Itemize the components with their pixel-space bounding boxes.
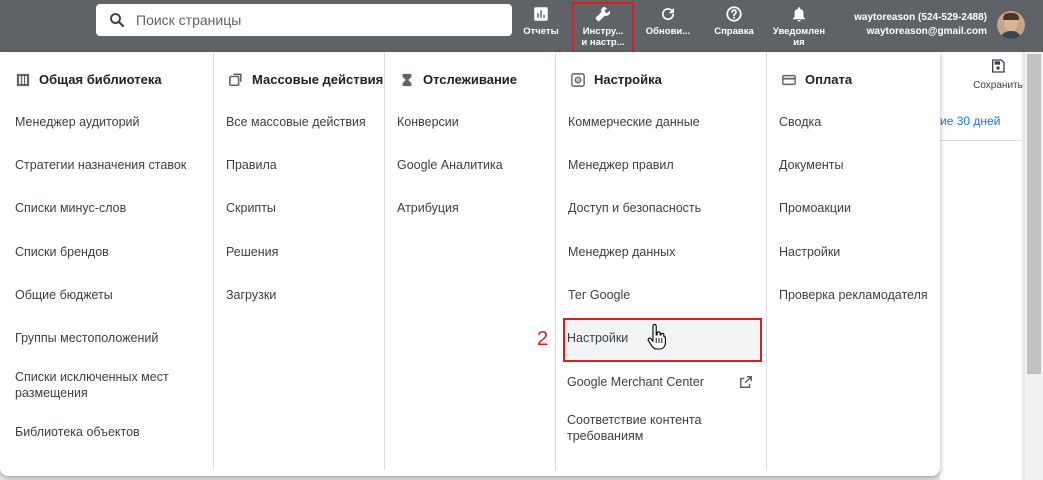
menu-item-negative-keyword-lists[interactable]: Списки минус-слов	[15, 200, 126, 216]
menu-column-measurement: Отслеживание Конверсии Google Аналитика …	[384, 52, 555, 470]
date-range-link[interactable]: ие 30 дней	[940, 114, 1000, 128]
menu-item-advertiser-verification[interactable]: Проверка рекламодателя	[779, 287, 928, 303]
column-heading: Отслеживание	[400, 72, 517, 87]
menu-item-rules[interactable]: Правила	[226, 157, 277, 173]
menu-item-bid-strategies[interactable]: Стратегии назначения ставок	[15, 157, 186, 173]
menu-item-audience-manager[interactable]: Менеджер аудиторий	[15, 114, 140, 130]
menu-item-data-manager[interactable]: Менеджер данных	[568, 244, 675, 260]
heading-label: Оплата	[805, 72, 853, 87]
menu-item-rules-manager[interactable]: Менеджер правил	[568, 157, 674, 173]
menu-column-shared-library: Общая библиотека Менеджер аудиторий Стра…	[0, 52, 213, 470]
settings-icon	[571, 72, 585, 87]
menu-item-asset-library[interactable]: Библиотека объектов	[15, 424, 140, 440]
search-box[interactable]: Поиск страницы	[96, 4, 512, 36]
heading-label: Настройка	[594, 72, 662, 87]
menu-item-conversions[interactable]: Конверсии	[397, 114, 459, 130]
notifications-label-line1: Уведомлен	[772, 26, 826, 37]
refresh-button[interactable]: Обнови...	[642, 3, 694, 51]
column-heading: Массовые действия	[229, 72, 383, 87]
tools-settings-menu: Общая библиотека Менеджер аудиторий Стра…	[0, 52, 940, 476]
menu-item-uploads[interactable]: Загрузки	[226, 287, 276, 303]
menu-item-settings[interactable]: Настройки	[567, 330, 628, 346]
menu-item-all-bulk-actions[interactable]: Все массовые действия	[226, 114, 366, 130]
column-heading: Настройка	[571, 72, 662, 87]
account-email: waytoreason@gmail.com	[866, 26, 987, 37]
copy-icon	[229, 73, 242, 86]
menu-item-content-suitability[interactable]: Соответствие контента требованиям	[567, 412, 727, 444]
bar-chart-icon	[534, 7, 548, 21]
menu-item-location-groups[interactable]: Группы местоположений	[15, 330, 158, 346]
credit-card-icon	[782, 74, 796, 85]
account-info[interactable]: waytoreason (524-529-2488) waytoreason@g…	[854, 11, 987, 39]
menu-item-attribution[interactable]: Атрибуция	[397, 200, 459, 216]
menu-item-billing-settings[interactable]: Настройки	[779, 244, 840, 260]
menu-item-solutions[interactable]: Решения	[226, 244, 278, 260]
menu-column-billing: Оплата Сводка Документы Промоакции Настр…	[766, 52, 940, 470]
menu-item-placement-exclusions[interactable]: Списки исключенных мест размещения	[15, 369, 195, 401]
annotation-step-2: 2	[537, 328, 549, 350]
reports-button[interactable]: Отчеты	[518, 3, 564, 51]
help-button[interactable]: Справка	[708, 3, 760, 51]
heading-label: Общая библиотека	[39, 72, 162, 87]
reports-label: Отчеты	[523, 26, 559, 37]
hourglass-icon	[402, 73, 412, 86]
hand-cursor-icon	[647, 324, 666, 350]
menu-item-access-security[interactable]: Доступ и безопасность	[568, 200, 701, 216]
menu-item-business-data[interactable]: Коммерческие данные	[568, 114, 700, 130]
heading-label: Массовые действия	[252, 72, 384, 87]
menu-item-documents[interactable]: Документы	[779, 157, 843, 173]
search-icon	[110, 13, 125, 28]
avatar[interactable]	[997, 11, 1025, 39]
account-name: waytoreason (524-529-2488)	[854, 12, 987, 23]
help-icon	[726, 6, 742, 22]
notifications-button[interactable]: Уведомлен ия	[766, 3, 832, 51]
save-button[interactable]: Сохранить	[966, 58, 1030, 91]
refresh-label: Обнови...	[645, 26, 691, 37]
menu-item-google-tag[interactable]: Тег Google	[568, 287, 630, 303]
menu-column-setup: Настройка Коммерческие данные Менеджер п…	[555, 52, 766, 470]
menu-item-brand-lists[interactable]: Списки брендов	[15, 244, 109, 260]
annotation-box-1	[572, 2, 634, 54]
menu-item-scripts[interactable]: Скрипты	[226, 200, 276, 216]
scrollbar-thumb[interactable]	[1027, 54, 1041, 374]
menu-item-summary[interactable]: Сводка	[779, 114, 821, 130]
column-heading: Оплата	[782, 72, 852, 87]
menu-item-shared-budgets[interactable]: Общие бюджеты	[15, 287, 113, 303]
open-in-new-icon[interactable]	[739, 375, 753, 389]
search-input[interactable]: Поиск страницы	[136, 12, 241, 28]
divider	[940, 140, 1022, 141]
column-heading: Общая библиотека	[16, 72, 162, 87]
menu-item-promotions[interactable]: Промоакции	[779, 200, 851, 216]
bell-icon	[793, 7, 805, 22]
library-icon	[16, 73, 30, 86]
heading-label: Отслеживание	[423, 72, 518, 87]
notifications-label-line2: ия	[793, 37, 805, 48]
menu-item-google-analytics[interactable]: Google Аналитика	[397, 157, 503, 173]
menu-column-bulk-actions: Массовые действия Все массовые действия …	[213, 52, 384, 470]
save-icon	[992, 59, 1005, 73]
refresh-icon	[662, 8, 675, 21]
save-label: Сохранить	[973, 80, 1023, 91]
menu-item-google-merchant-center[interactable]: Google Merchant Center	[567, 374, 704, 390]
help-label: Справка	[714, 26, 754, 37]
